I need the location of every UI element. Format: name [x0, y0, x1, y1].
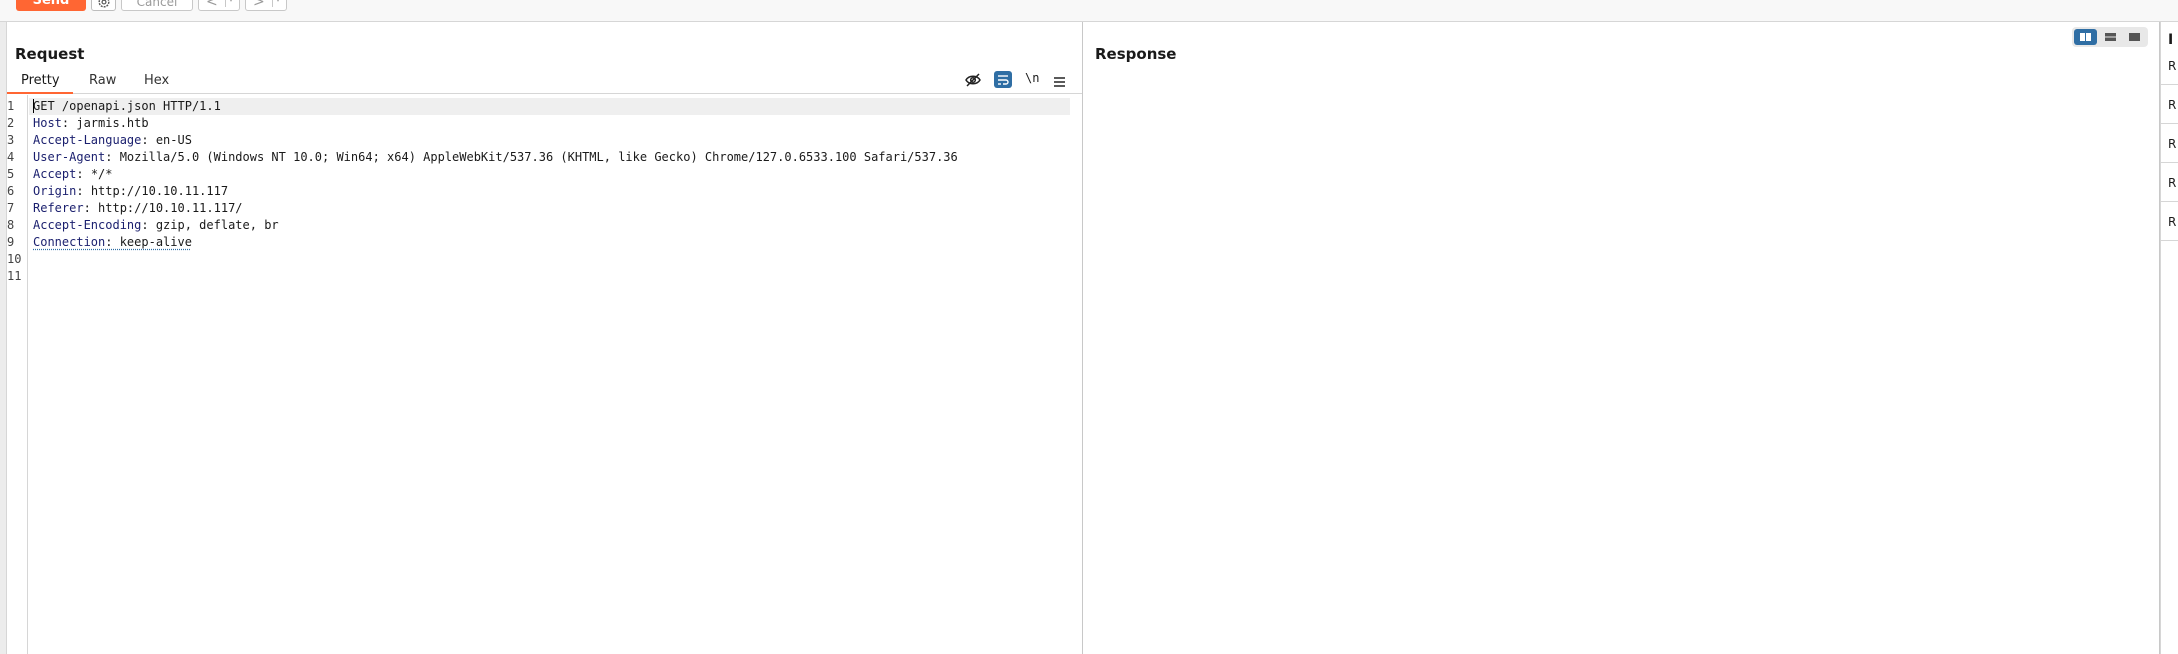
line-number: 10	[7, 252, 22, 266]
layout-side-by-side-button[interactable]	[2074, 29, 2097, 45]
header-line[interactable]: User-Agent: Mozilla/5.0 (Windows NT 10.0…	[33, 150, 958, 164]
settings-button[interactable]	[91, 0, 116, 11]
inspector-row[interactable]: R	[2161, 46, 2178, 85]
line-number: 7	[7, 201, 15, 215]
header-name: Host	[33, 116, 62, 130]
inspector-row-label: R	[2168, 137, 2177, 151]
left-edge-strip	[0, 22, 7, 654]
header-value: gzip, deflate, br	[155, 218, 279, 232]
tab-raw[interactable]: Raw	[89, 73, 116, 88]
inspector-row[interactable]: R	[2161, 124, 2178, 163]
header-name: Accept-Language	[33, 133, 142, 147]
request-panel-title: Request	[15, 45, 85, 63]
inspector-row-label: R	[2168, 176, 2177, 190]
header-name: Accept-Encoding	[33, 218, 142, 232]
header-line[interactable]: Origin: http://10.10.11.117	[33, 184, 228, 198]
panel-divider[interactable]	[1082, 22, 1083, 654]
header-value: keep-alive	[119, 235, 192, 249]
line-number: 5	[7, 167, 15, 181]
line-number: 9	[7, 235, 15, 249]
line-number: 4	[7, 150, 15, 164]
text-caret	[33, 99, 34, 113]
inspector-panel: I R R R R R	[2160, 22, 2178, 654]
header-name: Connection	[33, 235, 106, 249]
header-value: */*	[90, 167, 113, 181]
layout-stacked-button[interactable]	[2099, 29, 2122, 45]
menu-icon[interactable]	[1053, 73, 1066, 91]
line-number: 3	[7, 133, 15, 147]
inspector-row-label: R	[2168, 215, 2177, 229]
header-line[interactable]: Accept-Language: en-US	[33, 133, 192, 147]
inspector-row-label: R	[2168, 98, 2177, 112]
header-line[interactable]: Connection: keep-alive	[33, 235, 192, 249]
inspector-row[interactable]: R	[2161, 163, 2178, 202]
line-number: 8	[7, 218, 15, 232]
wrap-lines-icon	[998, 75, 1009, 85]
header-line[interactable]: Accept: */*	[33, 167, 113, 181]
forward-dropdown-icon[interactable]: ▾	[276, 0, 280, 4]
header-name: Origin	[33, 184, 77, 198]
header-value: Mozilla/5.0 (Windows NT 10.0; Win64; x64…	[119, 150, 958, 164]
response-panel-title: Response	[1095, 45, 1177, 63]
tab-pretty[interactable]: Pretty	[21, 73, 60, 88]
forward-button[interactable]: > ▾	[245, 0, 287, 11]
forward-arrow-icon: >	[253, 0, 265, 10]
header-value: jarmis.htb	[76, 116, 149, 130]
active-tab-indicator	[7, 92, 73, 94]
header-line[interactable]: Host: jarmis.htb	[33, 116, 149, 130]
line-number: 2	[7, 116, 15, 130]
request-line[interactable]: GET /openapi.json HTTP/1.1	[33, 99, 221, 113]
newline-toggle[interactable]: \n	[1025, 71, 1039, 85]
header-value: http://10.10.11.117	[90, 184, 229, 198]
back-dropdown-icon[interactable]: ▾	[229, 0, 233, 4]
line-number: 1	[7, 99, 15, 113]
layout-toggle	[2072, 27, 2148, 47]
header-name: User-Agent	[33, 150, 106, 164]
inspector-row-label: R	[2168, 59, 2177, 73]
header-name: Accept	[33, 167, 77, 181]
inspector-row[interactable]: R	[2161, 85, 2178, 124]
forward-separator	[272, 0, 273, 7]
header-line[interactable]: Referer: http://10.10.11.117/	[33, 201, 243, 215]
single-icon	[2129, 33, 2140, 41]
header-line[interactable]: Accept-Encoding: gzip, deflate, br	[33, 218, 279, 232]
request-tabs: Pretty Raw Hex	[7, 70, 1082, 94]
send-button[interactable]: Send	[16, 0, 86, 11]
layout-single-button[interactable]	[2123, 29, 2146, 45]
back-arrow-icon: <	[206, 0, 218, 10]
line-number: 11	[7, 269, 22, 283]
back-button[interactable]: < ▾	[198, 0, 240, 11]
wrap-lines-button[interactable]	[994, 71, 1012, 88]
top-toolbar: Send Cancel < ▾ > ▾	[0, 0, 2178, 22]
line-number: 6	[7, 184, 15, 198]
side-by-side-icon	[2080, 33, 2091, 41]
cancel-button[interactable]: Cancel	[121, 0, 193, 11]
back-separator	[225, 0, 226, 7]
stacked-icon	[2105, 33, 2116, 41]
header-value: http://10.10.11.117/	[98, 201, 243, 215]
hide-eye-icon[interactable]	[964, 71, 982, 89]
header-value: en-US	[155, 133, 192, 147]
gear-icon	[98, 0, 110, 8]
header-name: Referer	[33, 201, 84, 215]
tab-hex[interactable]: Hex	[144, 73, 169, 88]
inspector-row[interactable]: R	[2161, 202, 2178, 241]
